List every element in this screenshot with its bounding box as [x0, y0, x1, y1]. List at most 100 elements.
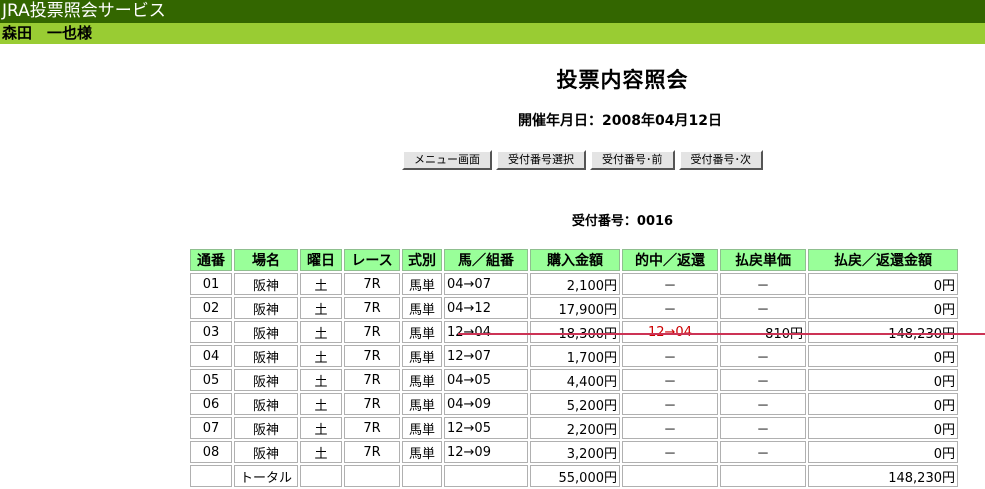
- cell-payout: 0円: [808, 369, 958, 391]
- cell-day: 土: [300, 273, 342, 295]
- cell-unit: 810円: [720, 321, 806, 343]
- user-name: 森田 一也様: [2, 24, 93, 42]
- receipt-select-button[interactable]: 受付番号選択: [496, 150, 586, 170]
- winning-row-underline: [458, 333, 985, 335]
- col-header: 場名: [234, 249, 298, 271]
- cell-amount: 5,200円: [530, 393, 620, 415]
- cell-venue: 阪神: [234, 321, 298, 343]
- cell-empty: [190, 465, 232, 487]
- cell-no: 03: [190, 321, 232, 343]
- cell-hit: －: [622, 297, 718, 319]
- total-payout: 148,230円: [808, 465, 958, 487]
- col-header: レース: [344, 249, 400, 271]
- cell-unit: －: [720, 369, 806, 391]
- cell-combo: 04→12: [444, 297, 528, 319]
- cell-payout: 0円: [808, 441, 958, 463]
- cell-payout: 0円: [808, 297, 958, 319]
- cell-amount: 2,200円: [530, 417, 620, 439]
- cell-hit: －: [622, 369, 718, 391]
- cell-payout: 0円: [808, 273, 958, 295]
- cell-day: 土: [300, 321, 342, 343]
- receipt-next-button[interactable]: 受付番号･次: [678, 150, 763, 170]
- cell-race: 7R: [344, 369, 400, 391]
- menu-button[interactable]: メニュー画面: [402, 150, 492, 170]
- cell-unit: －: [720, 345, 806, 367]
- cell-type: 馬単: [402, 345, 442, 367]
- cell-type: 馬単: [402, 393, 442, 415]
- cell-venue: 阪神: [234, 417, 298, 439]
- cell-race: 7R: [344, 345, 400, 367]
- race-date: 開催年月日：2008年04月12日: [518, 113, 722, 129]
- cell-amount: 18,300円: [530, 321, 620, 343]
- cell-venue: 阪神: [234, 369, 298, 391]
- service-title-bar: JRA投票照会サービス: [0, 0, 985, 23]
- cell-no: 05: [190, 369, 232, 391]
- cell-type: 馬単: [402, 369, 442, 391]
- cell-no: 08: [190, 441, 232, 463]
- cell-no: 01: [190, 273, 232, 295]
- cell-venue: 阪神: [234, 441, 298, 463]
- service-title: JRA投票照会サービス: [2, 1, 166, 21]
- cell-combo: 12→04: [444, 321, 528, 343]
- col-header: 馬／組番: [444, 249, 528, 271]
- cell-amount: 1,700円: [530, 345, 620, 367]
- cell-hit: －: [622, 417, 718, 439]
- cell-no: 06: [190, 393, 232, 415]
- col-header: 式別: [402, 249, 442, 271]
- total-amount: 55,000円: [530, 465, 620, 487]
- cell-race: 7R: [344, 441, 400, 463]
- table-row: 04 阪神 土 7R 馬単 12→07 1,700円 － － 0円: [190, 345, 958, 367]
- cell-amount: 4,400円: [530, 369, 620, 391]
- col-header: 払戻／返還金額: [808, 249, 958, 271]
- cell-combo: 04→09: [444, 393, 528, 415]
- cell-day: 土: [300, 345, 342, 367]
- cell-empty: [300, 465, 342, 487]
- receipt-prev-button[interactable]: 受付番号･前: [590, 150, 675, 170]
- table-row: 07 阪神 土 7R 馬単 12→05 2,200円 － － 0円: [190, 417, 958, 439]
- cell-combo: 04→05: [444, 369, 528, 391]
- cell-race: 7R: [344, 273, 400, 295]
- col-header: 曜日: [300, 249, 342, 271]
- cell-empty: [402, 465, 442, 487]
- col-header: 購入金額: [530, 249, 620, 271]
- cell-race: 7R: [344, 417, 400, 439]
- page-title: 投票内容照会: [556, 68, 689, 92]
- cell-day: 土: [300, 369, 342, 391]
- cell-day: 土: [300, 393, 342, 415]
- table-row: 05 阪神 土 7R 馬単 04→05 4,400円 － － 0円: [190, 369, 958, 391]
- cell-day: 土: [300, 297, 342, 319]
- cell-empty: [720, 465, 806, 487]
- cell-type: 馬単: [402, 441, 442, 463]
- cell-payout: 0円: [808, 393, 958, 415]
- cell-no: 04: [190, 345, 232, 367]
- cell-combo: 12→05: [444, 417, 528, 439]
- cell-no: 02: [190, 297, 232, 319]
- cell-venue: 阪神: [234, 345, 298, 367]
- bet-table: 通番 場名 曜日 レース 式別 馬／組番 購入金額 的中／返還 払戻単価 払戻／…: [188, 247, 960, 489]
- cell-combo: 12→07: [444, 345, 528, 367]
- receipt-number: 受付番号：0016: [571, 214, 674, 229]
- cell-empty: [622, 465, 718, 487]
- cell-race: 7R: [344, 393, 400, 415]
- cell-type: 馬単: [402, 297, 442, 319]
- col-header: 的中／返還: [622, 249, 718, 271]
- cell-day: 土: [300, 417, 342, 439]
- cell-race: 7R: [344, 297, 400, 319]
- cell-empty: [444, 465, 528, 487]
- cell-combo: 04→07: [444, 273, 528, 295]
- cell-no: 07: [190, 417, 232, 439]
- cell-combo: 12→09: [444, 441, 528, 463]
- cell-hit: －: [622, 393, 718, 415]
- table-row: 01 阪神 土 7R 馬単 04→07 2,100円 － － 0円: [190, 273, 958, 295]
- cell-amount: 17,900円: [530, 297, 620, 319]
- cell-type: 馬単: [402, 273, 442, 295]
- cell-unit: －: [720, 393, 806, 415]
- table-row: 06 阪神 土 7R 馬単 04→09 5,200円 － － 0円: [190, 393, 958, 415]
- cell-unit: －: [720, 441, 806, 463]
- navigation-buttons: メニュー画面 受付番号選択 受付番号･前 受付番号･次: [402, 150, 763, 170]
- cell-amount: 3,200円: [530, 441, 620, 463]
- cell-type: 馬単: [402, 321, 442, 343]
- col-header: 払戻単価: [720, 249, 806, 271]
- table-row: 08 阪神 土 7R 馬単 12→09 3,200円 － － 0円: [190, 441, 958, 463]
- cell-hit: －: [622, 273, 718, 295]
